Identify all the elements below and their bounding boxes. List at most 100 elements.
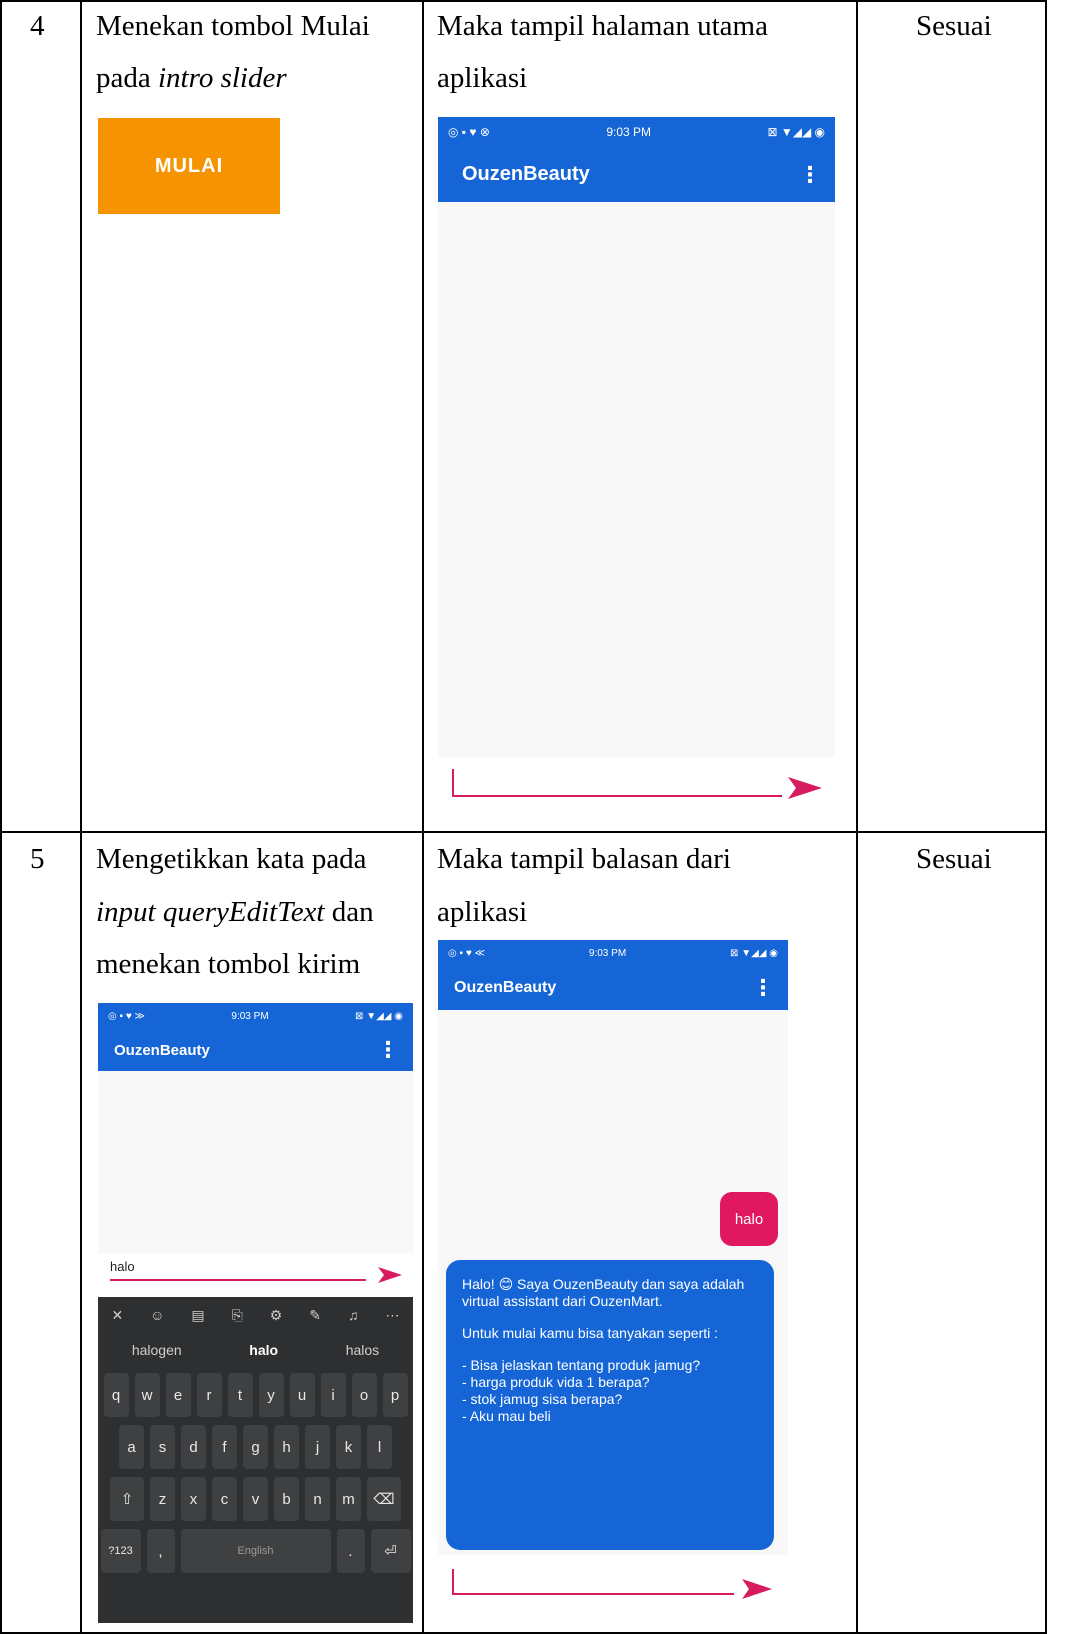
query-input[interactable] [452,1593,734,1595]
keyboard-row-4: ?123 , English . ⏎ [98,1529,413,1573]
row-4-step-line1: Menekan tombol Mulai [96,10,370,42]
app-bar: OuzenBeauty ⋮ [98,1029,413,1071]
kb-mic-icon[interactable]: ♫ [348,1307,359,1323]
comma-key[interactable]: , [146,1529,175,1573]
row-separator [0,831,1047,833]
table-right-border [1045,0,1047,1634]
key-m[interactable]: m [336,1477,361,1521]
key-i[interactable]: i [320,1373,346,1417]
key-n[interactable]: n [305,1477,330,1521]
key-u[interactable]: u [289,1373,315,1417]
row-5-step-italic: input queryEditText [96,896,325,928]
status-left-icons: ◎ ▪ ♥ ≫ [108,1010,146,1022]
key-o[interactable]: o [351,1373,377,1417]
send-icon[interactable] [740,1577,774,1601]
key-p[interactable]: p [382,1373,408,1417]
row-4-number: 4 [30,10,45,42]
overflow-menu-icon[interactable]: ⋮ [377,1037,399,1063]
bot-paragraph-3: - Bisa jelaskan tentang produk jamug? - … [462,1357,701,1424]
main-screen-mockup: ◎ ▪ ♥ ⊗ 9:03 PM ⊠ ▼◢◢ ◉ OuzenBeauty ⋮ [438,117,835,823]
kb-theme-icon[interactable]: ✎ [309,1307,321,1324]
key-a[interactable]: a [119,1425,144,1469]
key-c[interactable]: c [212,1477,237,1521]
soft-keyboard[interactable]: ✕ ☺ ▤ ⎘ ⚙ ✎ ♫ ⋯ halogen halo halos qwert… [98,1297,413,1623]
row-5-result-line1: Maka tampil balasan dari [437,843,731,875]
symbols-key[interactable]: ?123 [100,1529,141,1573]
key-f[interactable]: f [212,1425,237,1469]
query-input[interactable] [452,795,782,797]
key-z[interactable]: z [150,1477,175,1521]
composer[interactable] [438,1555,788,1625]
text-caret [452,1569,454,1593]
send-icon[interactable] [786,775,824,801]
suggestion-3[interactable]: halos [346,1342,379,1358]
app-bar: OuzenBeauty ⋮ [438,147,835,202]
col-separator-3 [856,0,858,1634]
app-title: OuzenBeauty [462,163,590,185]
row-4-result-line1: Maka tampil halaman utama [437,10,768,42]
status-right-icons: ⊠ ▼◢◢ ◉ [355,1010,403,1022]
composer[interactable] [438,757,835,823]
key-h[interactable]: h [274,1425,299,1469]
row-4-step-prefix: pada [96,62,158,94]
bot-paragraph-1: Halo! 😊 Saya OuzenBeauty dan saya adalah… [462,1276,745,1309]
kb-clipboard-icon[interactable]: ⎘ [232,1307,243,1324]
kb-emoji-icon[interactable]: ☺ [150,1307,164,1323]
keyboard-toolbar: ✕ ☺ ▤ ⎘ ⚙ ✎ ♫ ⋯ [98,1297,413,1333]
kb-close-icon[interactable]: ✕ [111,1307,123,1324]
backspace-key[interactable]: ⌫ [367,1477,401,1521]
row-5-step-suffix: dan [324,896,374,928]
key-k[interactable]: k [336,1425,361,1469]
key-d[interactable]: d [181,1425,206,1469]
send-icon[interactable] [376,1265,404,1285]
keyboard-row-3: ⇧ z x c v b n m ⌫ [98,1477,413,1521]
status-bar: ◎ ▪ ♥ ≫ 9:03 PM ⊠ ▼◢◢ ◉ [98,1003,413,1029]
reply-screen-mockup: ◎ ▪ ♥ ≪ 9:03 PM ⊠ ▼◢◢ ◉ OuzenBeauty ⋮ ha… [438,940,788,1625]
app-title: OuzenBeauty [454,979,557,996]
suggestion-1[interactable]: halogen [132,1342,182,1358]
key-t[interactable]: t [227,1373,253,1417]
key-r[interactable]: r [196,1373,222,1417]
period-key[interactable]: . [336,1529,365,1573]
key-l[interactable]: l [367,1425,392,1469]
status-right-icons: ⊠ ▼◢◢ ◉ [767,125,825,139]
key-s[interactable]: s [150,1425,175,1469]
key-g[interactable]: g [243,1425,268,1469]
app-title: OuzenBeauty [114,1041,210,1059]
kb-more-icon[interactable]: ⋯ [385,1307,399,1324]
status-time: 9:03 PM [606,125,652,139]
key-w[interactable]: w [134,1373,160,1417]
kb-gif-icon[interactable]: ▤ [191,1307,204,1324]
enter-key[interactable]: ⏎ [370,1529,411,1573]
col-separator-1 [80,0,82,1634]
mulai-button[interactable]: MULAI [98,118,280,214]
bot-paragraph-2: Untuk mulai kamu bisa tanyakan seperti : [462,1325,719,1341]
key-v[interactable]: v [243,1477,268,1521]
key-x[interactable]: x [181,1477,206,1521]
user-message-bubble: halo [720,1192,778,1246]
suggestion-2[interactable]: halo [249,1342,278,1358]
row-5-step-line1: Mengetikkan kata pada [96,843,367,875]
key-q[interactable]: q [103,1373,129,1417]
row-5-step-line3: menekan tombol kirim [96,948,361,980]
app-bar: OuzenBeauty ⋮ [438,966,788,1010]
shift-key[interactable]: ⇧ [110,1477,144,1521]
query-input[interactable] [110,1279,366,1281]
kb-settings-icon[interactable]: ⚙ [270,1307,283,1324]
space-key[interactable]: English [180,1529,331,1573]
overflow-menu-icon[interactable]: ⋮ [799,162,821,188]
row-4-step-italic: intro slider [158,62,287,94]
key-j[interactable]: j [305,1425,330,1469]
status-left-icons: ◎ ▪ ♥ ≪ [448,947,486,959]
keyboard-row-2: asdfghjkl [98,1425,413,1469]
status-time: 9:03 PM [231,1010,269,1022]
status-bar: ◎ ▪ ♥ ⊗ 9:03 PM ⊠ ▼◢◢ ◉ [438,117,835,147]
key-y[interactable]: y [258,1373,284,1417]
row-5-status: Sesuai [916,843,992,875]
key-e[interactable]: e [165,1373,191,1417]
overflow-menu-icon[interactable]: ⋮ [752,975,774,1001]
status-time: 9:03 PM [588,947,627,959]
key-b[interactable]: b [274,1477,299,1521]
composer[interactable]: halo [98,1253,413,1297]
suggestion-strip: halogen halo halos [98,1333,413,1367]
